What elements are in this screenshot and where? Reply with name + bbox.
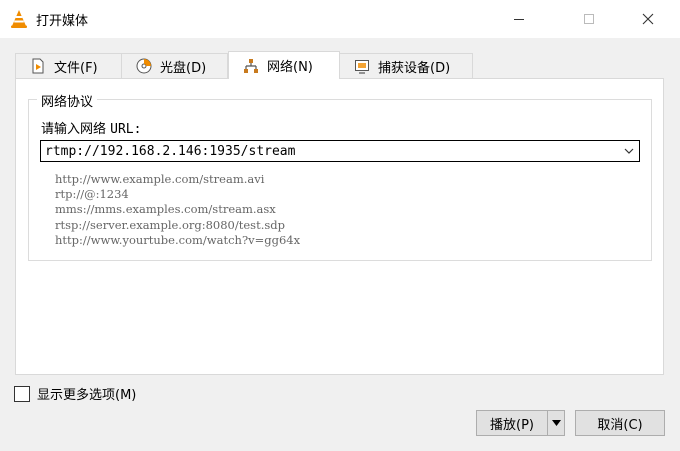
file-play-icon <box>32 58 44 74</box>
dropdown-arrow-icon <box>551 420 561 426</box>
tab-network-label: 网络(N) <box>267 60 313 75</box>
minimize-button[interactable] <box>496 0 542 38</box>
network-protocol-group: 网络协议 请输入网络 URL: rtmp://192.168.2.146:193… <box>28 91 652 261</box>
network-tab-panel: 网络协议 请输入网络 URL: rtmp://192.168.2.146:193… <box>15 78 664 375</box>
network-icon <box>244 58 258 73</box>
url-example: rtsp://server.example.org:8080/test.sdp <box>55 217 285 232</box>
chevron-down-icon[interactable] <box>623 145 635 157</box>
tab-disc[interactable]: 光盘(D) <box>121 53 228 78</box>
group-title: 网络协议 <box>37 91 98 110</box>
minimize-icon <box>514 18 524 20</box>
tab-network[interactable]: 网络(N) <box>228 51 340 79</box>
tab-file[interactable]: 文件(F) <box>15 53 122 78</box>
title-bar: 打开媒体 <box>0 0 680 38</box>
capture-device-icon <box>355 60 369 74</box>
vlc-cone-icon <box>11 10 27 28</box>
url-example: rtp://@:1234 <box>55 187 129 202</box>
url-example: http://www.example.com/stream.avi <box>55 172 265 186</box>
tab-disc-label: 光盘(D) <box>160 60 207 76</box>
maximize-button[interactable] <box>566 0 612 38</box>
disc-icon <box>136 58 152 74</box>
tab-file-label: 文件(F) <box>54 60 98 76</box>
url-input-value[interactable]: rtmp://192.168.2.146:1935/stream <box>45 144 295 159</box>
cancel-button-label: 取消(C) <box>597 417 643 433</box>
play-dropdown-button[interactable] <box>547 410 565 436</box>
play-button-label: 播放(P) <box>490 417 534 433</box>
show-more-options-checkbox[interactable] <box>14 385 30 402</box>
close-icon <box>642 13 654 25</box>
show-more-options-label[interactable]: 显示更多选项(M) <box>37 384 136 403</box>
url-label-suffix: URL: <box>110 122 142 137</box>
tab-capture-device[interactable]: 捕获设备(D) <box>339 53 473 78</box>
tab-capture-label: 捕获设备(D) <box>378 60 451 76</box>
window-title: 打开媒体 <box>36 14 89 29</box>
play-button[interactable]: 播放(P) <box>476 410 548 436</box>
url-example: mms://mms.examples.com/stream.asx <box>55 202 276 217</box>
close-button[interactable] <box>625 0 671 38</box>
url-combobox[interactable]: rtmp://192.168.2.146:1935/stream <box>40 140 640 162</box>
maximize-icon <box>584 14 594 24</box>
show-more-options[interactable]: 显示更多选项(M) <box>14 384 136 403</box>
url-label-prefix: 请输入网络 <box>41 122 107 137</box>
cancel-button[interactable]: 取消(C) <box>575 410 665 436</box>
url-examples: http://www.example.com/stream.avi rtp://… <box>55 172 300 248</box>
url-label: 请输入网络 URL: <box>41 118 141 137</box>
url-example: http://www.yourtube.com/watch?v=gg64x <box>55 232 301 247</box>
